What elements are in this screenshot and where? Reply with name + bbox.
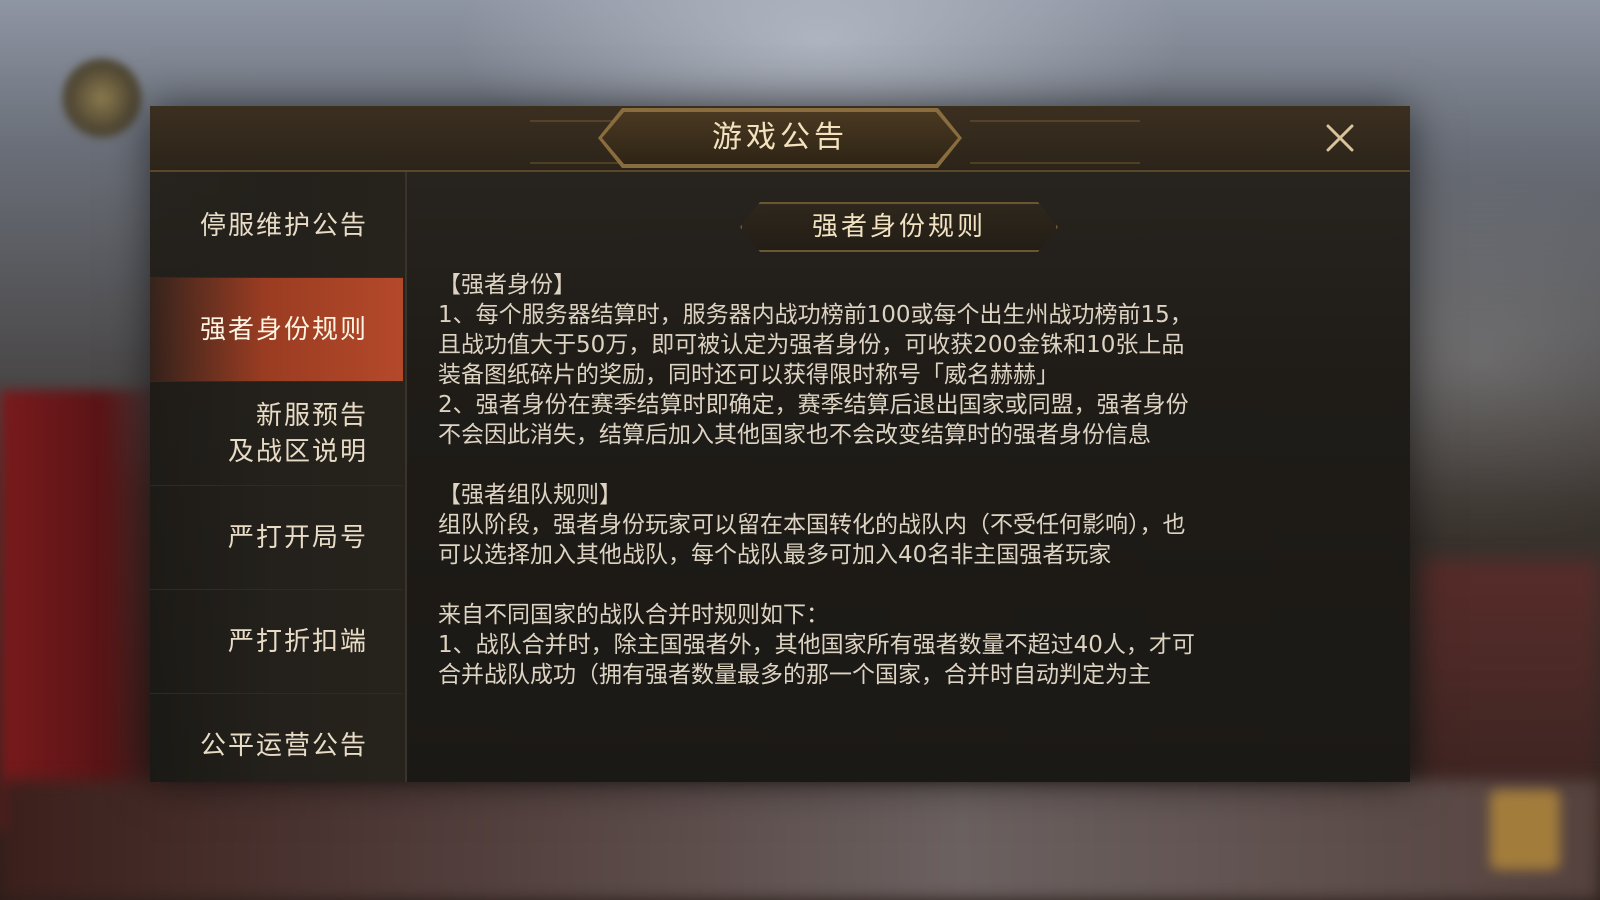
sidebar: 停服维护公告 强者身份规则 新服预告 及战区说明 严打开局号 严打折扣端 公平运… bbox=[150, 172, 407, 782]
announcement-dialog: 游戏公告 停服维护公告 强者身份规则 新服预告 及战区说明 严打开局号 严打折扣… bbox=[150, 106, 1410, 782]
article-line: 可以选择加入其他战队，每个战队最多可加入40名非主国强者玩家 bbox=[438, 542, 1112, 568]
sidebar-item-label: 严打开局号 bbox=[227, 522, 368, 553]
background-golden-object bbox=[1490, 790, 1560, 870]
article-line: 且战功值大于50万，即可被认定为强者身份，可收获200金铢和10张上品 bbox=[438, 332, 1185, 358]
background-ground bbox=[0, 780, 1600, 900]
dialog-header: 游戏公告 bbox=[150, 106, 1410, 172]
sidebar-item-label: 强者身份规则 bbox=[199, 314, 368, 345]
article-line: 【强者身份】 bbox=[438, 272, 576, 298]
close-button[interactable] bbox=[1320, 118, 1360, 158]
article-line: 2、强者身份在赛季结算时即确定，赛季结算后退出国家或同盟，强者身份 bbox=[438, 392, 1189, 418]
article-title: 强者身份规则 bbox=[811, 212, 986, 242]
sidebar-item-maintenance[interactable]: 停服维护公告 bbox=[150, 174, 403, 278]
article-line: 1、每个服务器结算时，服务器内战功榜前100或每个出生州战功榜前15， bbox=[438, 302, 1193, 328]
sidebar-item-crackdown-discount[interactable]: 严打折扣端 bbox=[150, 590, 403, 694]
sidebar-item-label-line2: 及战区说明 bbox=[227, 436, 368, 467]
dialog-title: 游戏公告 bbox=[712, 120, 848, 155]
article-body: 【强者身份】 1、每个服务器结算时，服务器内战功榜前100或每个出生州战功榜前1… bbox=[438, 270, 1378, 690]
content-fade bbox=[408, 722, 1410, 782]
article-line: 合并战队成功（拥有强者数量最多的那一个国家，合并时自动判定为主 bbox=[438, 662, 1151, 688]
sidebar-item-label: 公平运营公告 bbox=[199, 730, 368, 761]
article-line: 不会因此消失，结算后加入其他国家也不会改变结算时的强者身份信息 bbox=[438, 422, 1151, 448]
article-line: 1、战队合并时，除主国强者外，其他国家所有强者数量不超过40人，才可 bbox=[438, 632, 1195, 658]
article-content[interactable]: 强者身份规则 【强者身份】 1、每个服务器结算时，服务器内战功榜前100或每个出… bbox=[408, 172, 1410, 782]
article-line: 装备图纸碎片的奖励，同时还可以获得限时称号「威名赫赫」 bbox=[438, 362, 1059, 388]
background-red-banner bbox=[0, 390, 170, 830]
header-ornament-right bbox=[970, 120, 1140, 164]
sidebar-item-label: 停服维护公告 bbox=[199, 210, 368, 241]
sidebar-item-new-server[interactable]: 新服预告 及战区说明 bbox=[150, 382, 403, 486]
sidebar-item-crackdown-accounts[interactable]: 严打开局号 bbox=[150, 486, 403, 590]
article-line: 来自不同国家的战队合并时规则如下： bbox=[438, 602, 829, 628]
article-line: 【强者组队规则】 bbox=[438, 482, 622, 508]
background-medallion bbox=[62, 58, 142, 138]
sidebar-item-label: 严打折扣端 bbox=[227, 626, 368, 657]
sidebar-item-label: 新服预告 bbox=[255, 400, 368, 431]
sidebar-item-fair-operation[interactable]: 公平运营公告 bbox=[150, 694, 403, 782]
close-icon bbox=[1326, 124, 1354, 152]
sidebar-item-strong-identity-rules[interactable]: 强者身份规则 bbox=[150, 278, 403, 382]
article-line: 组队阶段，强者身份玩家可以留在本国转化的战队内（不受任何影响），也 bbox=[438, 512, 1186, 538]
